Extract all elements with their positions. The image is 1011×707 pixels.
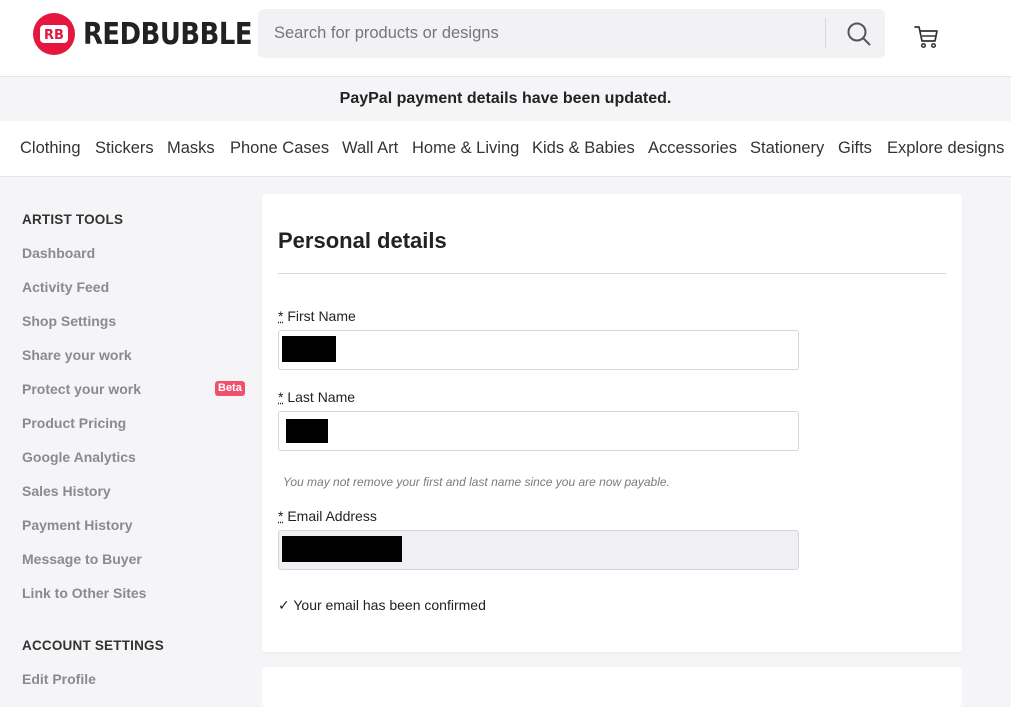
nav-item-gifts[interactable]: Gifts	[838, 121, 872, 176]
title-divider	[278, 273, 946, 274]
artist-tools-heading: ARTIST TOOLS	[22, 212, 123, 227]
redbubble-logo[interactable]: RB REDBUBBLE	[33, 12, 280, 56]
sidebar-item-edit-profile[interactable]: Edit Profile	[22, 671, 96, 687]
sidebar-item-google-analytics[interactable]: Google Analytics	[22, 449, 136, 465]
first-name-field[interactable]	[278, 330, 799, 370]
account-settings-heading: ACCOUNT SETTINGS	[22, 638, 164, 653]
nav-item-phone-cases[interactable]: Phone Cases	[230, 121, 329, 176]
email-field[interactable]	[278, 530, 799, 570]
nav-item-wall-art[interactable]: Wall Art	[342, 121, 398, 176]
search-input[interactable]	[258, 9, 818, 58]
svg-text:RB: RB	[44, 28, 64, 43]
sidebar-item-share-your-work[interactable]: Share your work	[22, 347, 132, 363]
redacted-block	[286, 419, 328, 443]
nav-item-explore-designs[interactable]: Explore designs	[887, 121, 1004, 176]
sidebar-item-protect-your-work[interactable]: Protect your work	[22, 381, 141, 397]
notification-banner: PayPal payment details have been updated…	[0, 77, 1011, 121]
redacted-block	[282, 336, 336, 362]
last-name-label: * Last Name	[278, 389, 355, 405]
cart-icon	[912, 22, 940, 50]
nav-item-home-living[interactable]: Home & Living	[412, 121, 519, 176]
personal-details-card: Personal details * First Name * Last Nam…	[262, 194, 962, 652]
nav-item-kids-babies[interactable]: Kids & Babies	[532, 121, 635, 176]
last-name-field[interactable]	[278, 411, 799, 451]
required-marker: *	[278, 308, 283, 324]
cart-button[interactable]	[912, 22, 940, 50]
nav-item-stationery[interactable]: Stationery	[750, 121, 824, 176]
email-label: * Email Address	[278, 508, 377, 524]
required-marker: *	[278, 508, 283, 524]
first-name-label: * First Name	[278, 308, 356, 324]
redacted-block	[282, 536, 402, 562]
nav-item-clothing[interactable]: Clothing	[20, 121, 81, 176]
site-header: RB REDBUBBLE	[0, 0, 1011, 77]
nav-item-accessories[interactable]: Accessories	[648, 121, 737, 176]
next-section-card	[262, 667, 962, 707]
sidebar-item-link-to-other-sites[interactable]: Link to Other Sites	[22, 585, 146, 601]
search-bar	[258, 9, 885, 58]
search-divider	[825, 18, 826, 48]
email-confirmed-status: ✓ Your email has been confirmed	[278, 597, 486, 614]
required-marker: *	[278, 389, 283, 405]
sidebar-item-dashboard[interactable]: Dashboard	[22, 245, 95, 261]
nav-item-masks[interactable]: Masks	[167, 121, 215, 176]
sidebar-item-product-pricing[interactable]: Product Pricing	[22, 415, 126, 431]
page-title: Personal details	[278, 228, 447, 254]
search-button[interactable]	[833, 9, 885, 58]
logo-badge-icon: RB	[33, 13, 75, 55]
beta-badge: Beta	[215, 381, 245, 396]
sidebar-item-shop-settings[interactable]: Shop Settings	[22, 313, 116, 329]
name-hint: You may not remove your first and last n…	[283, 475, 670, 489]
sidebar-item-sales-history[interactable]: Sales History	[22, 483, 111, 499]
logo-text: REDBUBBLE	[83, 17, 252, 52]
category-nav: Clothing Stickers Masks Phone Cases Wall…	[0, 121, 1011, 177]
nav-item-stickers[interactable]: Stickers	[95, 121, 154, 176]
sidebar-item-payment-history[interactable]: Payment History	[22, 517, 132, 533]
sidebar-item-message-to-buyer[interactable]: Message to Buyer	[22, 551, 142, 567]
search-icon	[846, 21, 872, 47]
sidebar-item-activity-feed[interactable]: Activity Feed	[22, 279, 109, 295]
